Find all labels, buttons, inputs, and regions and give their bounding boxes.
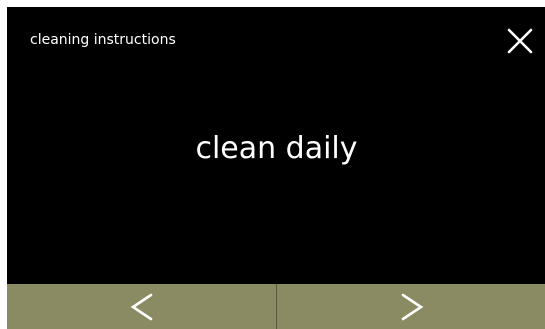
page-title: cleaning instructions	[30, 32, 176, 48]
chevron-left-icon	[130, 293, 152, 320]
close-icon	[507, 28, 533, 54]
header: cleaning instructions	[7, 7, 545, 77]
instruction-message: clean daily	[195, 131, 358, 166]
previous-button[interactable]	[7, 284, 277, 329]
chevron-right-icon	[401, 293, 423, 320]
close-button[interactable]	[504, 25, 536, 57]
screen: cleaning instructions clean daily	[7, 7, 545, 329]
next-button[interactable]	[277, 284, 545, 329]
navigation-bar	[7, 284, 545, 329]
